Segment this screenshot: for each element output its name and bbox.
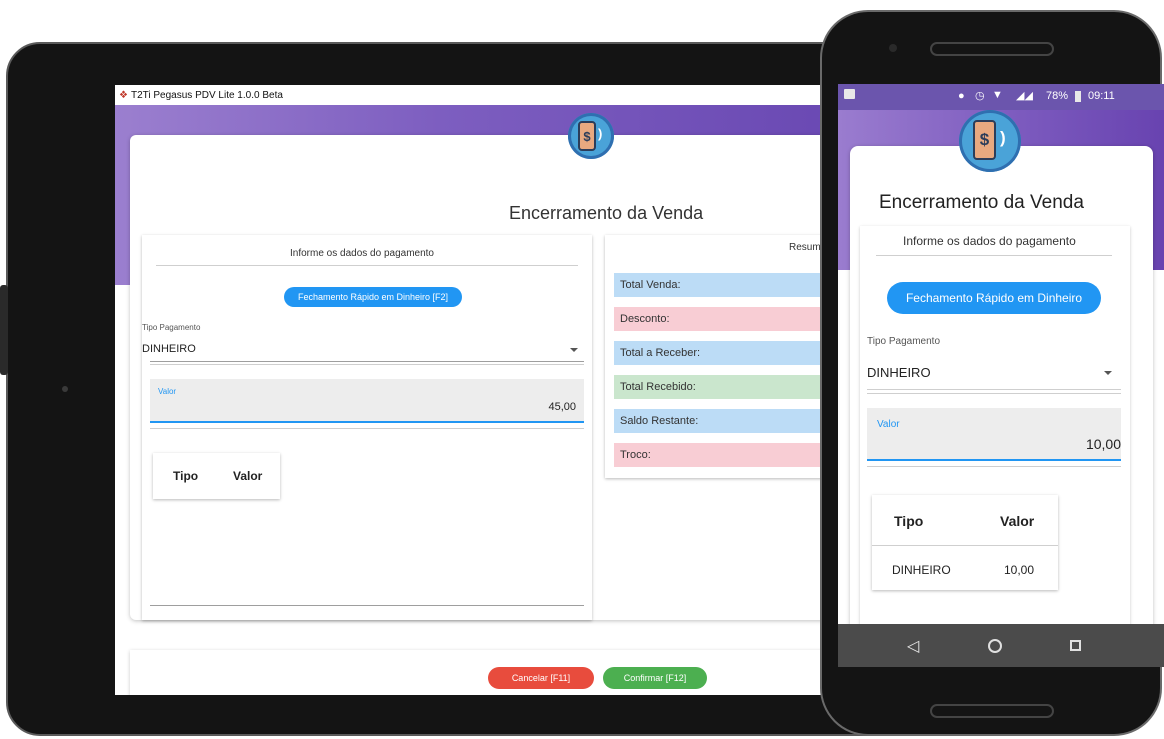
logo-wave: ): [598, 126, 603, 141]
summary-section-title: Resum: [789, 242, 821, 253]
notification-icon: [844, 89, 855, 99]
table-cell-tipo: DINHEIRO: [892, 563, 951, 577]
action-bar: Cancelar [F11] Confirmar [F12]: [130, 650, 835, 695]
payment-logo-icon: $ ): [959, 110, 1021, 172]
table-header-tipo: Tipo: [173, 469, 199, 483]
table-bottom-line: [150, 605, 584, 606]
table-header-divider: [872, 545, 1058, 546]
confirm-button[interactable]: Confirmar [F12]: [603, 667, 707, 689]
payment-type-label: Tipo Pagamento: [867, 336, 941, 347]
wifi-icon: ▼: [992, 89, 1003, 101]
section-divider: [156, 265, 578, 266]
value-amount: 10,00: [1085, 436, 1121, 452]
dropdown-caret-icon[interactable]: [570, 348, 578, 352]
value-amount: 45,00: [548, 401, 576, 413]
summary-row: Desconto:: [614, 307, 835, 331]
value-divider: [867, 466, 1121, 467]
summary-row: Troco:: [614, 443, 835, 467]
page-title: Encerramento da Venda: [509, 203, 704, 223]
logo-card: $: [973, 120, 996, 160]
tablet-screen: ❖ T2Ti Pegasus PDV Lite 1.0.0 Beta $ ) E…: [115, 85, 835, 695]
cancel-button[interactable]: Cancelar [F11]: [488, 667, 594, 689]
table-cell-valor: 10,00: [1004, 563, 1035, 577]
quick-close-button[interactable]: Fechamento Rápido em Dinheiro: [887, 282, 1101, 314]
value-field-underline: [150, 421, 584, 423]
home-nav-icon[interactable]: [988, 639, 1002, 653]
summary-panel: Resum Total Venda: Desconto: Total a Rec…: [605, 235, 835, 478]
summary-row: Saldo Restante:: [614, 409, 835, 433]
payments-table: Tipo Valor DINHEIRO 10,00: [872, 495, 1058, 590]
recents-nav-icon[interactable]: [1070, 640, 1081, 651]
page-title: Encerramento da Venda: [879, 192, 1084, 213]
select-underline: [867, 389, 1121, 390]
payment-logo-icon: $ ): [568, 113, 614, 159]
payments-table: Tipo Valor: [153, 453, 280, 499]
phone-speaker-top: [930, 42, 1054, 56]
status-bar: ● ◷ ▼ ◢◢ 78% 09:11: [838, 84, 1164, 110]
payment-panel: Informe os dados do pagamento Fechamento…: [142, 235, 592, 620]
table-header-valor: Valor: [1000, 513, 1035, 529]
phone-front-camera: [889, 44, 897, 52]
app-icon: ❖: [119, 89, 128, 101]
phone-speaker-bottom: [930, 704, 1054, 718]
payment-type-label: Tipo Pagamento: [142, 323, 201, 332]
logo-wave: ): [1000, 128, 1006, 147]
phone-screen: ● ◷ ▼ ◢◢ 78% 09:11 $ ) Encerramento da V…: [838, 84, 1164, 667]
window-title: T2Ti Pegasus PDV Lite 1.0.0 Beta: [130, 89, 283, 101]
clock: 09:11: [1088, 90, 1115, 102]
android-navbar: ◁: [838, 624, 1164, 667]
payment-type-select[interactable]: DINHEIRO: [867, 365, 931, 380]
value-field[interactable]: Valor 45,00: [150, 379, 584, 421]
summary-row: Total Recebido:: [614, 375, 835, 399]
payment-section-title: Informe os dados do pagamento: [290, 248, 434, 259]
value-label: Valor: [158, 387, 177, 396]
battery-percent: 78%: [1046, 90, 1069, 102]
section-divider: [876, 255, 1112, 256]
value-field-underline: [867, 459, 1121, 461]
value-label: Valor: [877, 419, 900, 430]
window-titlebar: ❖ T2Ti Pegasus PDV Lite 1.0.0 Beta: [115, 85, 835, 105]
summary-row: Total Venda:: [614, 273, 835, 297]
dnd-icon: ●: [958, 90, 965, 102]
select-underline-2: [150, 364, 584, 365]
select-underline-2: [867, 393, 1121, 394]
select-underline: [150, 361, 584, 362]
signal-icon: ◢◢: [1016, 90, 1033, 102]
alarm-icon: ◷: [975, 90, 985, 102]
table-header-valor: Valor: [233, 469, 263, 483]
summary-row: Total a Receber:: [614, 341, 835, 365]
value-field[interactable]: Valor 10,00: [867, 408, 1121, 460]
tablet-camera: [62, 386, 68, 392]
dropdown-caret-icon[interactable]: [1104, 371, 1112, 375]
payment-type-select[interactable]: DINHEIRO: [142, 343, 196, 355]
payment-section-title: Informe os dados do pagamento: [903, 234, 1076, 248]
back-nav-icon[interactable]: ◁: [907, 636, 919, 656]
battery-icon: [1075, 91, 1081, 102]
table-header-tipo: Tipo: [894, 513, 924, 529]
value-divider: [150, 428, 584, 429]
logo-card: $: [578, 121, 596, 151]
tablet-side-button: [0, 285, 8, 375]
quick-close-button[interactable]: Fechamento Rápido em Dinheiro [F2]: [284, 287, 462, 307]
